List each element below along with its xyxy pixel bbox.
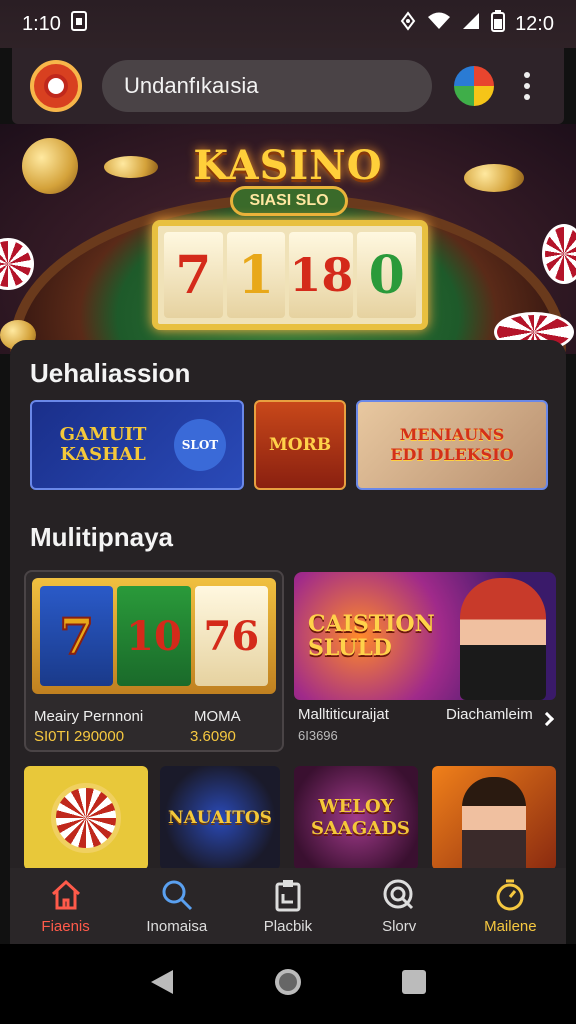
game-tile-label: WELOY SAAGADS xyxy=(311,796,410,839)
section-title: Mulitipnaya xyxy=(30,522,174,552)
game-tile[interactable] xyxy=(432,766,556,870)
character-portrait xyxy=(462,777,526,870)
card-tag: Diachamleim xyxy=(446,706,533,723)
game-tile-sub: SLOT xyxy=(174,419,226,471)
status-bar: 1:10 12:0 xyxy=(0,0,576,48)
card-price: SI0TI 290000 xyxy=(34,728,125,745)
cellular-icon xyxy=(461,11,481,37)
card-tag: MOMA xyxy=(194,708,241,725)
nav-label: Mailene xyxy=(484,917,537,935)
nav-item-home[interactable]: Fiaenis xyxy=(16,878,116,935)
back-icon[interactable] xyxy=(149,968,175,1001)
nav-item-timer[interactable]: Mailene xyxy=(460,878,560,935)
reel: 76 xyxy=(194,586,268,686)
status-time: 1:10 xyxy=(22,12,61,35)
game-tile-label: MORB xyxy=(268,435,332,455)
url-text: Undanfıkaısia xyxy=(124,73,259,98)
nav-label: Placbik xyxy=(263,917,313,935)
hero-subtitle: SIASI SLO xyxy=(230,186,348,216)
game-tile-label: MENIAUNS EDI DLEKSIO xyxy=(390,425,514,464)
home-button-icon[interactable] xyxy=(272,966,304,1003)
game-tile-label: GAMUIT KASHAL xyxy=(59,424,147,465)
nav-label: Inomaisa xyxy=(146,917,208,935)
nav-item-clipboard[interactable]: Placbik xyxy=(238,878,338,935)
character-portrait xyxy=(460,578,546,700)
search-icon xyxy=(160,878,194,912)
game-banner: CAISTION SLULD xyxy=(294,572,556,700)
hero-banner[interactable]: KASINO SIASI SLO 7 1 18 0 xyxy=(0,124,576,354)
nav-item-slots[interactable]: Slorv xyxy=(349,878,449,935)
card-title: Malltiticuraijat xyxy=(298,706,389,723)
reel: 7 xyxy=(40,586,114,686)
url-field[interactable]: Undanfıkaısia xyxy=(102,60,432,112)
reel: 18 xyxy=(289,232,354,318)
game-banner-label: CAISTION SLULD xyxy=(308,611,435,661)
sim-card-icon xyxy=(70,11,87,37)
wifi-icon xyxy=(427,11,451,37)
timer-icon xyxy=(493,878,527,912)
home-icon xyxy=(49,878,83,912)
system-nav-bar xyxy=(0,944,576,1024)
hero-title: KASINO xyxy=(193,142,383,189)
reel: 0 xyxy=(357,232,416,318)
nav-label: Slorv xyxy=(382,917,417,935)
roulette-icon xyxy=(51,783,121,853)
content-panel: Uehaliassion GAMUIT KASHAL SLOT MORB MEN… xyxy=(10,340,566,870)
featured-game-card[interactable]: CAISTION SLULD Malltiticuraijat Diachaml… xyxy=(294,572,556,752)
game-tile[interactable]: WELOY SAAGADS xyxy=(294,766,418,870)
reel: 10 xyxy=(117,586,191,686)
kebab-menu-icon[interactable] xyxy=(524,72,530,100)
game-tile-label: NAUAITOS xyxy=(168,808,272,828)
game-tile[interactable] xyxy=(24,766,148,870)
game-tile[interactable]: GAMUIT KASHAL SLOT xyxy=(30,400,244,490)
nav-label: Fiaenis xyxy=(41,917,90,935)
card-subtext: 6I3696 xyxy=(298,728,338,743)
game-tile[interactable]: NAUAITOS xyxy=(160,766,280,870)
bottom-nav: Fiaenis Inomaisa Placbik Slorv Mailene xyxy=(10,868,566,944)
battery-icon xyxy=(491,10,506,38)
card-price-alt: 3.6090 xyxy=(190,728,236,745)
reel: 7 xyxy=(164,232,223,318)
card-title: Meairy Pernnoni xyxy=(34,708,144,725)
slot-reels: 7 1 18 0 xyxy=(152,220,428,330)
magnify-circle-icon xyxy=(382,878,416,912)
casino-chip-icon xyxy=(542,224,576,284)
status-clock: 12:0 xyxy=(515,12,554,35)
brand-logo-icon[interactable] xyxy=(30,60,82,112)
chevron-right-icon[interactable] xyxy=(539,711,555,727)
slot-graphic: 7 10 76 xyxy=(32,578,276,694)
game-tile[interactable]: MENIAUNS EDI DLEKSIO xyxy=(356,400,548,490)
nav-item-search[interactable]: Inomaisa xyxy=(127,878,227,935)
clipboard-icon xyxy=(271,878,305,912)
reel: 1 xyxy=(226,232,286,318)
casino-chip-icon xyxy=(0,238,34,290)
browser-toolbar: Undanfıkaısia xyxy=(12,48,564,124)
signal-icon xyxy=(399,11,417,37)
section-title: Uehaliassion xyxy=(30,358,191,388)
featured-game-card[interactable]: 7 10 76 Meairy Pernnoni MOMA SI0TI 29000… xyxy=(24,570,284,752)
recents-icon[interactable] xyxy=(401,969,427,1000)
profile-avatar-icon[interactable] xyxy=(454,66,494,106)
game-tile[interactable]: MORB xyxy=(254,400,346,490)
